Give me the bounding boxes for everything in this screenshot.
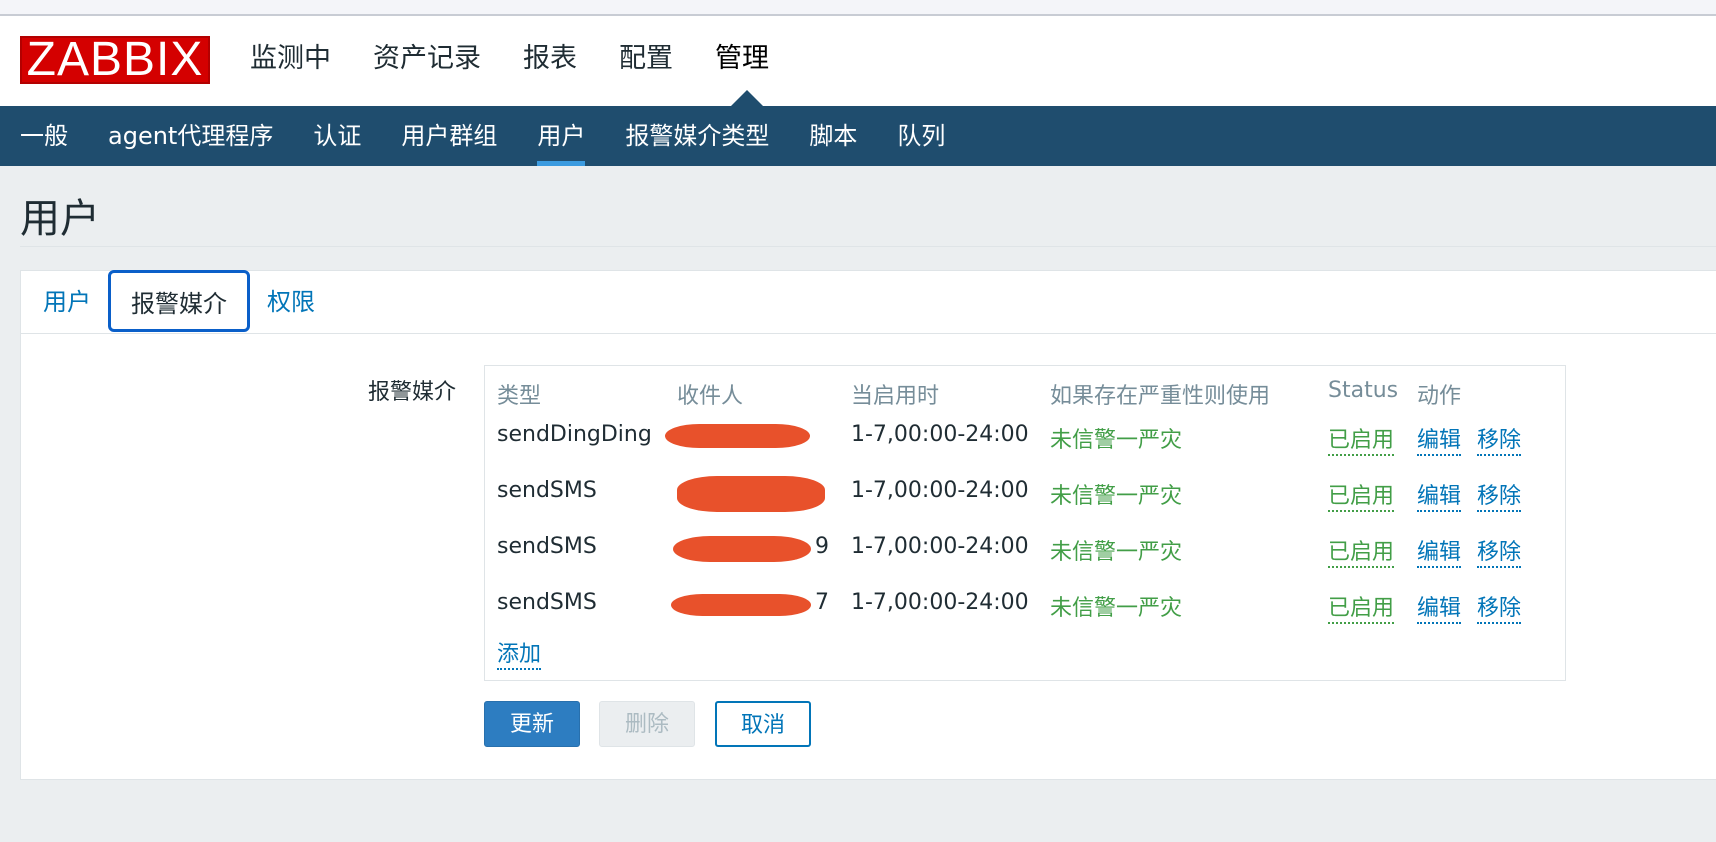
- sub-menu-bar: 一般 agent代理程序 认证 用户群组 用户 报警媒介类型 脚本 队列: [0, 106, 1716, 166]
- sub-menu-general[interactable]: 一般: [20, 106, 68, 166]
- row-3-recipient-redaction: [673, 536, 811, 562]
- row-3-severity: 未信警一严灾: [1050, 540, 1183, 565]
- row-4-recipient-redaction: [671, 594, 811, 616]
- header-action: 动作: [1417, 384, 1462, 409]
- media-table: 类型 收件人 当启用时 如果存在严重性则使用 Status 动作 sendDin…: [484, 365, 1566, 681]
- tab-media[interactable]: 报警媒介: [108, 270, 250, 332]
- sub-menu-authentication[interactable]: 认证: [313, 106, 361, 166]
- media-field-label: 报警媒介: [368, 380, 457, 405]
- tab-user[interactable]: 用户: [43, 271, 91, 333]
- update-button[interactable]: 更新: [484, 701, 580, 747]
- header-status: Status: [1328, 378, 1399, 403]
- header-when-active: 当启用时: [851, 384, 940, 409]
- row-3-recipient: 9: [815, 534, 829, 559]
- header-severity: 如果存在严重性则使用: [1050, 384, 1271, 409]
- top-header: ZABBIX 监测中 资产记录 报表 配置 管理: [0, 16, 1716, 106]
- header-recipient: 收件人: [677, 384, 744, 409]
- sub-menu-queue[interactable]: 队列: [897, 106, 945, 166]
- main-menu-configuration[interactable]: 配置: [619, 40, 673, 78]
- main-menu: 监测中 资产记录 报表 配置 管理: [250, 40, 769, 78]
- row-2-when-active: 1-7,00:00-24:00: [851, 478, 1029, 503]
- main-menu-reports[interactable]: 报表: [523, 40, 577, 78]
- row-1-recipient-redaction: [665, 424, 810, 448]
- add-media-link[interactable]: 添加: [497, 636, 542, 670]
- zabbix-logo[interactable]: ZABBIX: [20, 36, 210, 84]
- main-menu-monitoring[interactable]: 监测中: [250, 40, 331, 78]
- title-divider: [20, 246, 1716, 247]
- sub-menu-proxies[interactable]: agent代理程序: [108, 106, 273, 166]
- row-2-type: sendSMS: [497, 478, 597, 503]
- form-tabs: 用户 报警媒介 权限: [21, 270, 1716, 334]
- cancel-button[interactable]: 取消: [715, 701, 811, 747]
- row-4-status-link[interactable]: 已启用: [1328, 590, 1395, 624]
- row-3-status-link[interactable]: 已启用: [1328, 534, 1395, 568]
- row-1-edit-link[interactable]: 编辑: [1417, 422, 1462, 456]
- row-3-when-active: 1-7,00:00-24:00: [851, 534, 1029, 559]
- row-4-edit-link[interactable]: 编辑: [1417, 590, 1462, 624]
- row-4-recipient: 7: [815, 590, 829, 615]
- row-3-remove-link[interactable]: 移除: [1477, 534, 1522, 568]
- sub-menu: 一般 agent代理程序 认证 用户群组 用户 报警媒介类型 脚本 队列: [20, 106, 945, 166]
- row-4-remove-link[interactable]: 移除: [1477, 590, 1522, 624]
- row-4-when-active: 1-7,00:00-24:00: [851, 590, 1029, 615]
- header-type: 类型: [497, 384, 542, 409]
- sub-menu-scripts[interactable]: 脚本: [809, 106, 857, 166]
- row-2-edit-link[interactable]: 编辑: [1417, 478, 1462, 512]
- page-title: 用户: [20, 196, 100, 242]
- row-1-when-active: 1-7,00:00-24:00: [851, 422, 1029, 447]
- browser-top-strip: [0, 0, 1716, 16]
- row-3-edit-link[interactable]: 编辑: [1417, 534, 1462, 568]
- row-3-type: sendSMS: [497, 534, 597, 559]
- active-menu-pointer: [731, 90, 763, 106]
- sub-menu-user-groups[interactable]: 用户群组: [401, 106, 497, 166]
- tab-permissions[interactable]: 权限: [267, 271, 315, 333]
- row-2-remove-link[interactable]: 移除: [1477, 478, 1522, 512]
- row-1-type: sendDingDing: [497, 422, 652, 447]
- row-1-severity: 未信警一严灾: [1050, 428, 1183, 453]
- row-1-status-link[interactable]: 已启用: [1328, 422, 1395, 456]
- main-menu-inventory[interactable]: 资产记录: [373, 40, 481, 78]
- user-form-panel: 用户 报警媒介 权限 报警媒介 类型 收件人 当启用时 如果存在严重性则使用 S…: [20, 270, 1716, 780]
- row-1-remove-link[interactable]: 移除: [1477, 422, 1522, 456]
- row-2-severity: 未信警一严灾: [1050, 484, 1183, 509]
- sub-menu-media-types[interactable]: 报警媒介类型: [625, 106, 769, 166]
- row-2-status-link[interactable]: 已启用: [1328, 478, 1395, 512]
- delete-button: 删除: [599, 701, 695, 747]
- main-menu-administration[interactable]: 管理: [715, 40, 769, 78]
- row-4-severity: 未信警一严灾: [1050, 596, 1183, 621]
- row-4-type: sendSMS: [497, 590, 597, 615]
- row-2-recipient-redaction: [677, 476, 825, 512]
- sub-menu-users[interactable]: 用户: [537, 106, 586, 166]
